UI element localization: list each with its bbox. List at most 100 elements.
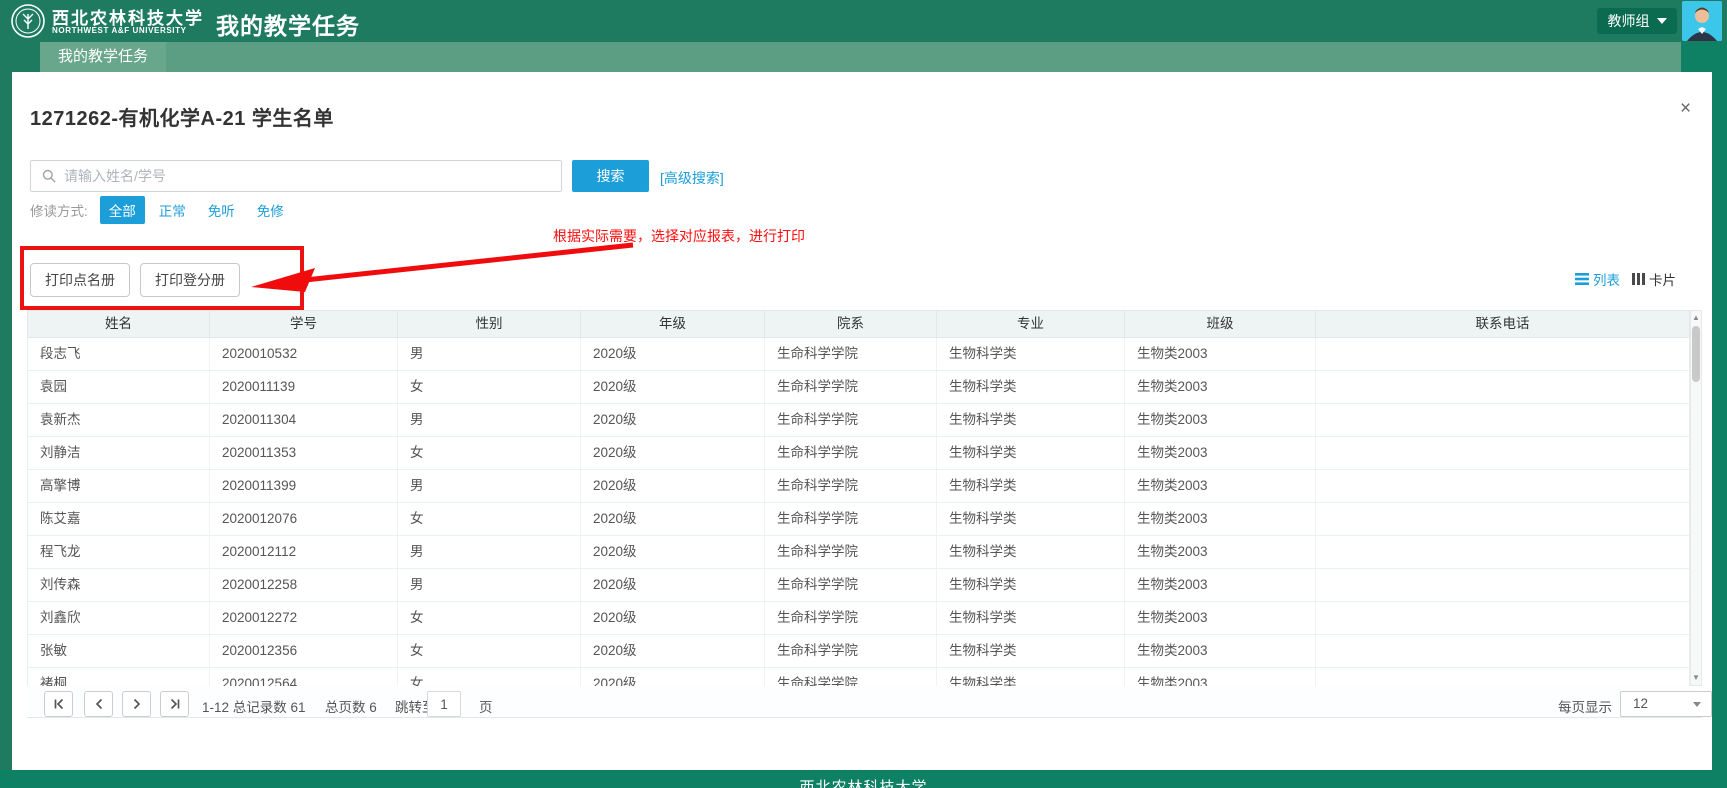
table-row: 程飞龙 2020012112 男 2020级 生命科学学院 生物科学类 生物类2…	[28, 536, 1689, 569]
column-header-gender: 性别	[398, 311, 581, 337]
right-edge-strip	[1712, 72, 1727, 770]
cell-grade: 2020级	[581, 470, 765, 502]
cell-phone	[1316, 635, 1689, 667]
close-icon[interactable]: ×	[1680, 100, 1691, 118]
table-scrollbar[interactable]: ▲ ▼	[1690, 310, 1702, 686]
cell-grade: 2020级	[581, 338, 765, 370]
cell-class: 生物类2003	[1125, 668, 1316, 686]
card-view-toggle[interactable]: 卡片	[1632, 269, 1676, 289]
cell-student-id: 2020012076	[210, 503, 398, 535]
last-page-button[interactable]	[160, 691, 189, 717]
user-role-dropdown[interactable]: 教师组	[1597, 8, 1677, 34]
scroll-down-icon[interactable]: ▼	[1691, 672, 1701, 684]
filter-option-exempt-course[interactable]: 免修	[257, 200, 284, 220]
jump-page-input[interactable]	[427, 691, 461, 717]
cell-major: 生物科学类	[937, 338, 1125, 370]
search-button[interactable]: 搜索	[572, 160, 649, 192]
cell-college: 生命科学学院	[765, 536, 937, 568]
cell-name: 刘传森	[28, 569, 210, 601]
cell-gender: 男	[398, 536, 581, 568]
cell-major: 生物科学类	[937, 404, 1125, 436]
cell-student-id: 2020011304	[210, 404, 398, 436]
previous-page-button[interactable]	[84, 691, 113, 717]
table-row: 褚桐 2020012564 女 2020级 生命科学学院 生物科学类 生物类20…	[28, 668, 1689, 686]
cell-phone	[1316, 602, 1689, 634]
table-row: 张敏 2020012356 女 2020级 生命科学学院 生物科学类 生物类20…	[28, 635, 1689, 668]
print-grade-book-button[interactable]: 打印登分册	[140, 263, 240, 297]
university-name-en: NORTHWEST A&F UNIVERSITY	[52, 26, 187, 35]
cell-college: 生命科学学院	[765, 668, 937, 686]
pagination-bar: 1-12 总记录数 61 总页数 6 跳转至 页 每页显示 12	[27, 686, 1702, 718]
cell-student-id: 2020011353	[210, 437, 398, 469]
first-page-icon	[53, 698, 65, 710]
page: 西北农林科技大学 NORTHWEST A&F UNIVERSITY 我的教学任务…	[0, 0, 1727, 788]
filter-option-all[interactable]: 全部	[100, 196, 145, 224]
next-page-button[interactable]	[122, 691, 151, 717]
table-row: 刘静洁 2020011353 女 2020级 生命科学学院 生物科学类 生物类2…	[28, 437, 1689, 470]
cell-name: 高擎博	[28, 470, 210, 502]
study-mode-filter: 修读方式: 全部 正常 免听 免修	[30, 198, 306, 222]
cell-college: 生命科学学院	[765, 470, 937, 502]
filter-label: 修读方式:	[30, 200, 88, 220]
cell-major: 生物科学类	[937, 503, 1125, 535]
per-page-label: 每页显示	[1558, 696, 1612, 716]
list-view-icon	[1575, 273, 1589, 285]
cell-gender: 男	[398, 470, 581, 502]
cell-major: 生物科学类	[937, 536, 1125, 568]
advanced-search-link[interactable]: [高级搜索]	[660, 168, 724, 188]
annotation-text: 根据实际需要，选择对应报表，进行打印	[553, 226, 805, 246]
table-row: 刘鑫欣 2020012272 女 2020级 生命科学学院 生物科学类 生物类2…	[28, 602, 1689, 635]
cell-name: 刘静洁	[28, 437, 210, 469]
cell-student-id: 2020012112	[210, 536, 398, 568]
scroll-up-icon[interactable]: ▲	[1691, 312, 1701, 324]
last-page-icon	[169, 698, 181, 710]
tab-bar: 我的教学任务	[0, 42, 1727, 72]
avatar[interactable]	[1682, 1, 1722, 41]
per-page-select[interactable]: 12	[1620, 691, 1712, 717]
cell-class: 生物类2003	[1125, 371, 1316, 403]
print-roster-button[interactable]: 打印点名册	[30, 263, 130, 297]
cell-college: 生命科学学院	[765, 338, 937, 370]
page-suffix-label: 页	[479, 696, 493, 716]
cell-class: 生物类2003	[1125, 503, 1316, 535]
cell-class: 生物类2003	[1125, 338, 1316, 370]
scrollbar-thumb[interactable]	[1692, 326, 1700, 382]
cell-grade: 2020级	[581, 503, 765, 535]
list-view-label: 列表	[1593, 269, 1620, 289]
table-header-row: 姓名 学号 性别 年级 院系 专业 班级 联系电话	[27, 310, 1690, 338]
cell-grade: 2020级	[581, 569, 765, 601]
app-header: 西北农林科技大学 NORTHWEST A&F UNIVERSITY 我的教学任务…	[0, 0, 1727, 42]
cell-name: 袁园	[28, 371, 210, 403]
cell-name: 陈艾嘉	[28, 503, 210, 535]
list-view-toggle[interactable]: 列表	[1575, 269, 1620, 289]
search-input[interactable]: 请输入姓名/学号	[30, 160, 562, 192]
select-caret-icon	[1693, 702, 1701, 707]
cell-student-id: 2020012272	[210, 602, 398, 634]
tab-bar-left-strip	[0, 42, 40, 72]
cell-student-id: 2020011139	[210, 371, 398, 403]
total-pages-text: 总页数 6	[325, 696, 377, 716]
cell-college: 生命科学学院	[765, 404, 937, 436]
table-row: 段志飞 2020010532 男 2020级 生命科学学院 生物科学类 生物类2…	[28, 338, 1689, 371]
cell-college: 生命科学学院	[765, 503, 937, 535]
tab-bar-right-strip	[1681, 42, 1727, 72]
cell-gender: 男	[398, 338, 581, 370]
tab-my-teaching-tasks[interactable]: 我的教学任务	[40, 42, 166, 72]
per-page-value: 12	[1633, 696, 1648, 711]
cell-grade: 2020级	[581, 404, 765, 436]
cell-college: 生命科学学院	[765, 437, 937, 469]
university-logo-icon	[10, 3, 46, 39]
app-title: 我的教学任务	[216, 7, 360, 41]
filter-option-normal[interactable]: 正常	[159, 200, 186, 220]
cell-major: 生物科学类	[937, 635, 1125, 667]
column-header-class: 班级	[1125, 311, 1316, 337]
cell-grade: 2020级	[581, 536, 765, 568]
user-role-label: 教师组	[1608, 11, 1650, 31]
cell-name: 袁新杰	[28, 404, 210, 436]
first-page-button[interactable]	[44, 691, 73, 717]
cell-major: 生物科学类	[937, 371, 1125, 403]
column-header-student-id: 学号	[210, 311, 398, 337]
filter-option-exempt-listen[interactable]: 免听	[208, 200, 235, 220]
cell-college: 生命科学学院	[765, 569, 937, 601]
cell-class: 生物类2003	[1125, 536, 1316, 568]
